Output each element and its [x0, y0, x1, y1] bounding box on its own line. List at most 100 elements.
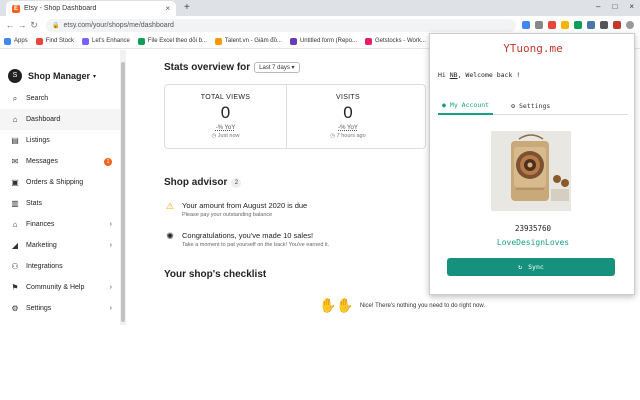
- bookmark-item[interactable]: Getstocks - Work...: [364, 37, 426, 45]
- listings-icon: ▤: [11, 136, 19, 145]
- sync-icon: ↻: [518, 263, 523, 271]
- sidebar-item-orders[interactable]: ▣ Orders & Shipping: [0, 172, 122, 193]
- product-image: [491, 131, 571, 211]
- bookmark-favicon-icon: [35, 37, 43, 45]
- bookmark-favicon-icon: [289, 37, 297, 45]
- sidebar-item-dashboard[interactable]: ⌂ Dashboard: [0, 109, 122, 130]
- sync-button[interactable]: ↻ Sync: [447, 258, 615, 276]
- bookmark-favicon-icon: [214, 37, 222, 45]
- community-icon: ⚑: [11, 283, 19, 292]
- raised-hands-icon: ✋✋: [319, 297, 354, 313]
- bookmark-item[interactable]: Apps: [4, 37, 28, 45]
- apps-grid-icon: [4, 37, 11, 45]
- chevron-right-icon: ›: [109, 221, 112, 228]
- checklist-empty-state: ✋✋ Nice! There's nothing you need to do …: [319, 297, 485, 313]
- sidebar-item-finances[interactable]: ⌂ Finances ›: [0, 214, 122, 235]
- sidebar-item-settings[interactable]: ⚙ Settings ›: [0, 298, 122, 319]
- bookmark-item[interactable]: Untitled form (Repo...: [289, 37, 357, 45]
- bookmark-item[interactable]: File Excel theo dõi b...: [137, 37, 207, 45]
- caret-down-icon: ▾: [93, 73, 97, 80]
- reload-icon[interactable]: ↻: [28, 20, 40, 31]
- home-icon: ⌂: [12, 115, 18, 124]
- forward-icon[interactable]: →: [16, 20, 28, 30]
- advisor-count-badge: 2: [231, 177, 242, 188]
- shop-manager-header[interactable]: S Shop Manager ▾: [0, 50, 122, 88]
- back-icon[interactable]: ←: [4, 20, 16, 30]
- bank-icon: ⌂: [12, 220, 18, 229]
- stat-visits[interactable]: VISITS 0 -% YoY ◷ 7 hours ago: [287, 85, 409, 148]
- profile-avatar-icon[interactable]: [626, 21, 634, 29]
- sidebar-item-community[interactable]: ⚑ Community & Help ›: [0, 277, 122, 298]
- chevron-right-icon: ›: [109, 242, 112, 249]
- orders-icon: ▣: [11, 178, 19, 187]
- user-icon: ●: [442, 101, 446, 109]
- lock-icon: 🔒: [52, 22, 60, 29]
- extension-yellow-icon[interactable]: [561, 21, 569, 29]
- maximize-button[interactable]: □: [612, 2, 617, 11]
- bookmark-item[interactable]: Let's Enhance: [82, 37, 130, 45]
- sidebar-item-stats[interactable]: ▥ Stats: [0, 193, 122, 214]
- period-select[interactable]: Last 7 days ▾: [254, 62, 300, 73]
- stat-value: 0: [220, 103, 231, 122]
- shop-advisor-heading: Shop advisor 2: [164, 177, 242, 188]
- stat-total-views[interactable]: TOTAL VIEWS 0 -% YoY ◷ Just now: [165, 85, 287, 148]
- advisor-item-congrats[interactable]: ✺ Congratulations, you've made 10 sales!…: [164, 231, 464, 248]
- celebration-icon: ✺: [166, 231, 174, 241]
- bookmark-favicon-icon: [82, 37, 90, 45]
- extension-icons: [522, 21, 634, 29]
- extension-red-icon[interactable]: [548, 21, 556, 29]
- shop-logo-icon: S: [8, 69, 22, 83]
- extension-gray-icon[interactable]: [600, 21, 608, 29]
- vk-ext-icon[interactable]: [587, 21, 595, 29]
- sidebar-scrollbar[interactable]: [120, 50, 126, 325]
- stats-icon: ▥: [11, 199, 19, 208]
- messages-badge: 1: [104, 157, 112, 166]
- bookmark-favicon-icon: [364, 37, 372, 45]
- new-tab-button[interactable]: +: [184, 2, 190, 13]
- product-id: 23935760: [514, 224, 552, 233]
- stat-yoy: -% YoY: [215, 125, 236, 131]
- bookmark-star-icon[interactable]: [535, 21, 543, 29]
- sidebar-item-messages[interactable]: ✉ Messages 1: [0, 151, 122, 172]
- translate-ext-icon[interactable]: [522, 21, 530, 29]
- ytuong-extension-popup: YTuong.me Hi NB, Welcome back ! ● My Acc…: [429, 33, 635, 295]
- stats-overview-heading: Stats overview for Last 7 days ▾: [164, 62, 300, 73]
- sidebar-item-listings[interactable]: ▤ Listings: [0, 130, 122, 151]
- popup-title: YTuong.me: [503, 42, 563, 55]
- bookmark-item[interactable]: Talent.vn - Giảm đồ...: [214, 37, 282, 45]
- tab-close-icon[interactable]: ×: [165, 4, 170, 13]
- product-photo: [491, 131, 571, 211]
- warning-icon: ⚠: [165, 201, 175, 211]
- bookmark-favicon-icon: [137, 37, 145, 45]
- address-bar-row: ← → ↻ 🔒 etsy.com/your/shops/me/dashboard: [0, 16, 640, 34]
- advisor-item-payment[interactable]: ⚠ Your amount from August 2020 is due Pl…: [164, 201, 464, 218]
- popup-tabs: ● My Account ⚙ Settings: [438, 97, 628, 115]
- stat-updated: ◷ Just now: [211, 133, 240, 139]
- shop-name-link[interactable]: LoveDesignLoves: [430, 238, 636, 247]
- integrations-icon: ⚇: [11, 262, 19, 271]
- sidebar-item-marketing[interactable]: ◢ Marketing ›: [0, 235, 122, 256]
- minimize-button[interactable]: –: [596, 2, 600, 11]
- extension-green-icon[interactable]: [574, 21, 582, 29]
- sidebar-item-search[interactable]: ⌕ Search: [0, 88, 122, 109]
- url-bar[interactable]: 🔒 etsy.com/your/shops/me/dashboard: [46, 18, 516, 32]
- megaphone-icon: ◢: [11, 241, 19, 250]
- browser-tab-bar: E Etsy - Shop Dashboard × + – □ ×: [0, 0, 640, 16]
- tab-my-account[interactable]: ● My Account: [438, 97, 494, 115]
- stat-yoy: -% YoY: [338, 125, 358, 131]
- ytuong-ext-icon[interactable]: [613, 21, 621, 29]
- greeting-text: Hi NB, Welcome back !: [438, 71, 521, 79]
- shop-manager-title: Shop Manager: [28, 71, 91, 81]
- chevron-right-icon: ›: [109, 305, 112, 312]
- bookmark-item[interactable]: Find Stock: [35, 37, 74, 45]
- gear-icon: ⚙: [11, 304, 19, 313]
- scrollbar-thumb[interactable]: [121, 62, 125, 322]
- shop-manager-sidebar: S Shop Manager ▾ ⌕ Search ⌂ Dashboard ▤ …: [0, 50, 122, 325]
- stats-card: TOTAL VIEWS 0 -% YoY ◷ Just now VISITS 0…: [164, 84, 426, 149]
- stat-updated: ◷ 7 hours ago: [330, 133, 366, 139]
- tab-title: Etsy - Shop Dashboard: [24, 5, 97, 12]
- close-window-button[interactable]: ×: [629, 2, 634, 11]
- tab-settings[interactable]: ⚙ Settings: [507, 97, 554, 115]
- sidebar-item-integrations[interactable]: ⚇ Integrations: [0, 256, 122, 277]
- browser-tab[interactable]: E Etsy - Shop Dashboard ×: [6, 1, 176, 16]
